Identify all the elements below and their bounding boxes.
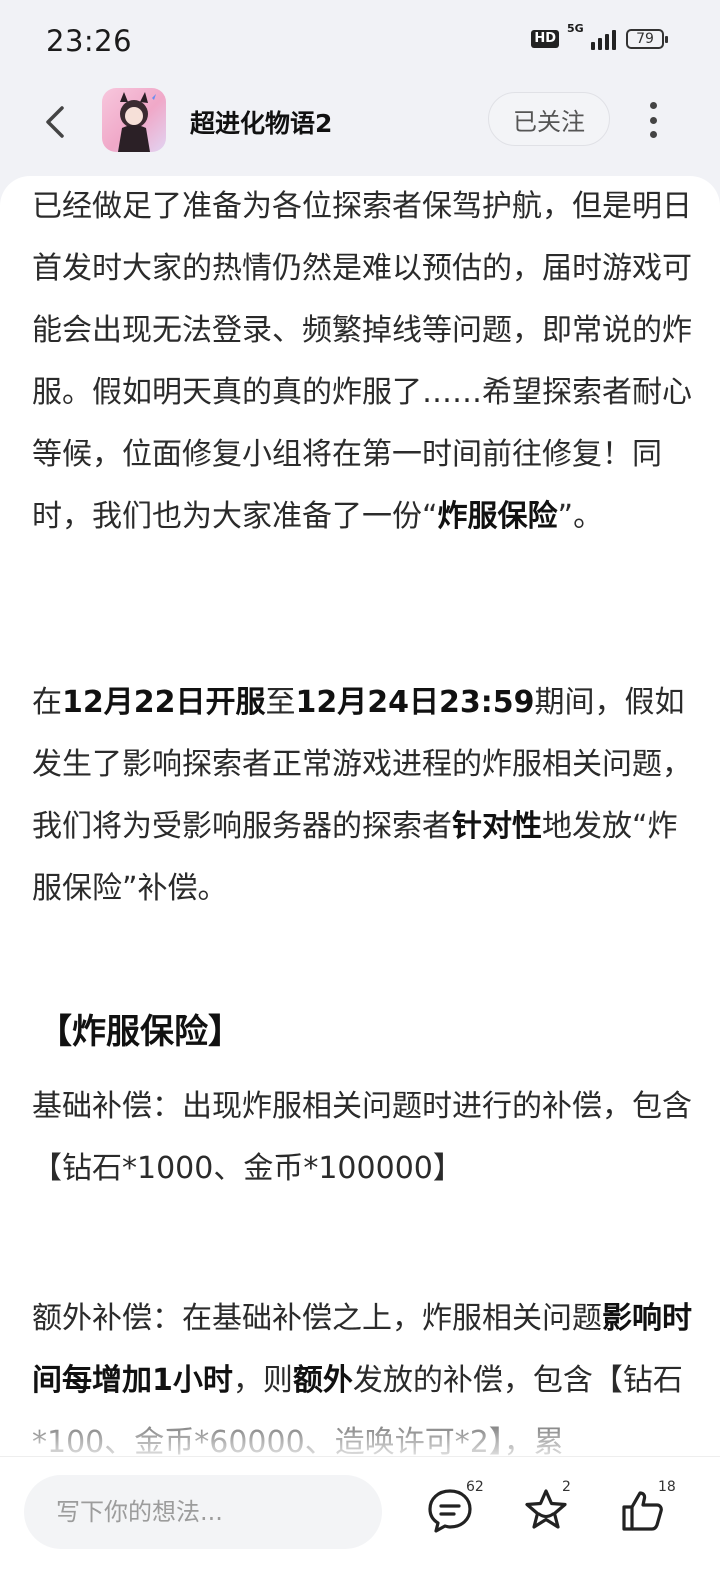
- hd-icon: HD: [531, 30, 559, 48]
- article-paragraph-2: 在12月22日开服至12月24日23:59期间，假如发生了影响探索者正常游戏进程…: [32, 685, 692, 906]
- scroll-fade: [0, 1396, 720, 1456]
- favorite-button[interactable]: 2: [520, 1479, 580, 1545]
- page-title: 超进化物语2: [190, 109, 333, 138]
- article-paragraph-3: 基础补偿：出现炸服相关问题时进行的补偿，包含【钻石*1000、金币*100000…: [32, 1089, 692, 1186]
- app-icon[interactable]: [102, 88, 166, 152]
- signal-5g-icon: 5G: [567, 22, 616, 50]
- battery-icon: 79: [626, 29, 668, 49]
- comment-button[interactable]: 62: [424, 1479, 484, 1545]
- follow-button[interactable]: 已关注: [488, 92, 610, 146]
- page-header: 超进化物语2 已关注: [0, 84, 720, 176]
- comment-count: 62: [466, 1479, 484, 1495]
- more-vertical-icon[interactable]: [644, 102, 662, 138]
- article-paragraph-1: 已经做足了准备为各位探索者保驾护航，但是明日首发时大家的热情仍然是难以预估的，届…: [32, 189, 692, 534]
- back-arrow-icon[interactable]: [36, 102, 76, 142]
- like-button[interactable]: 18: [616, 1479, 676, 1545]
- like-count: 18: [658, 1479, 676, 1495]
- status-bar: 23:26 HD 5G 79: [0, 0, 720, 84]
- comment-input[interactable]: [24, 1475, 382, 1549]
- favorite-count: 2: [562, 1479, 571, 1495]
- status-time: 23:26: [46, 24, 133, 58]
- status-icons: HD 5G 79: [531, 22, 668, 50]
- section-heading: 【炸服保险】: [38, 1012, 242, 1052]
- network-type-label: 5G: [567, 22, 584, 35]
- battery-level: 79: [636, 31, 654, 47]
- article-body: 已经做足了准备为各位探索者保驾护航，但是明日首发时大家的热情仍然是难以预估的，届…: [0, 176, 720, 1456]
- bottom-action-bar: 62 2 18: [0, 1456, 720, 1585]
